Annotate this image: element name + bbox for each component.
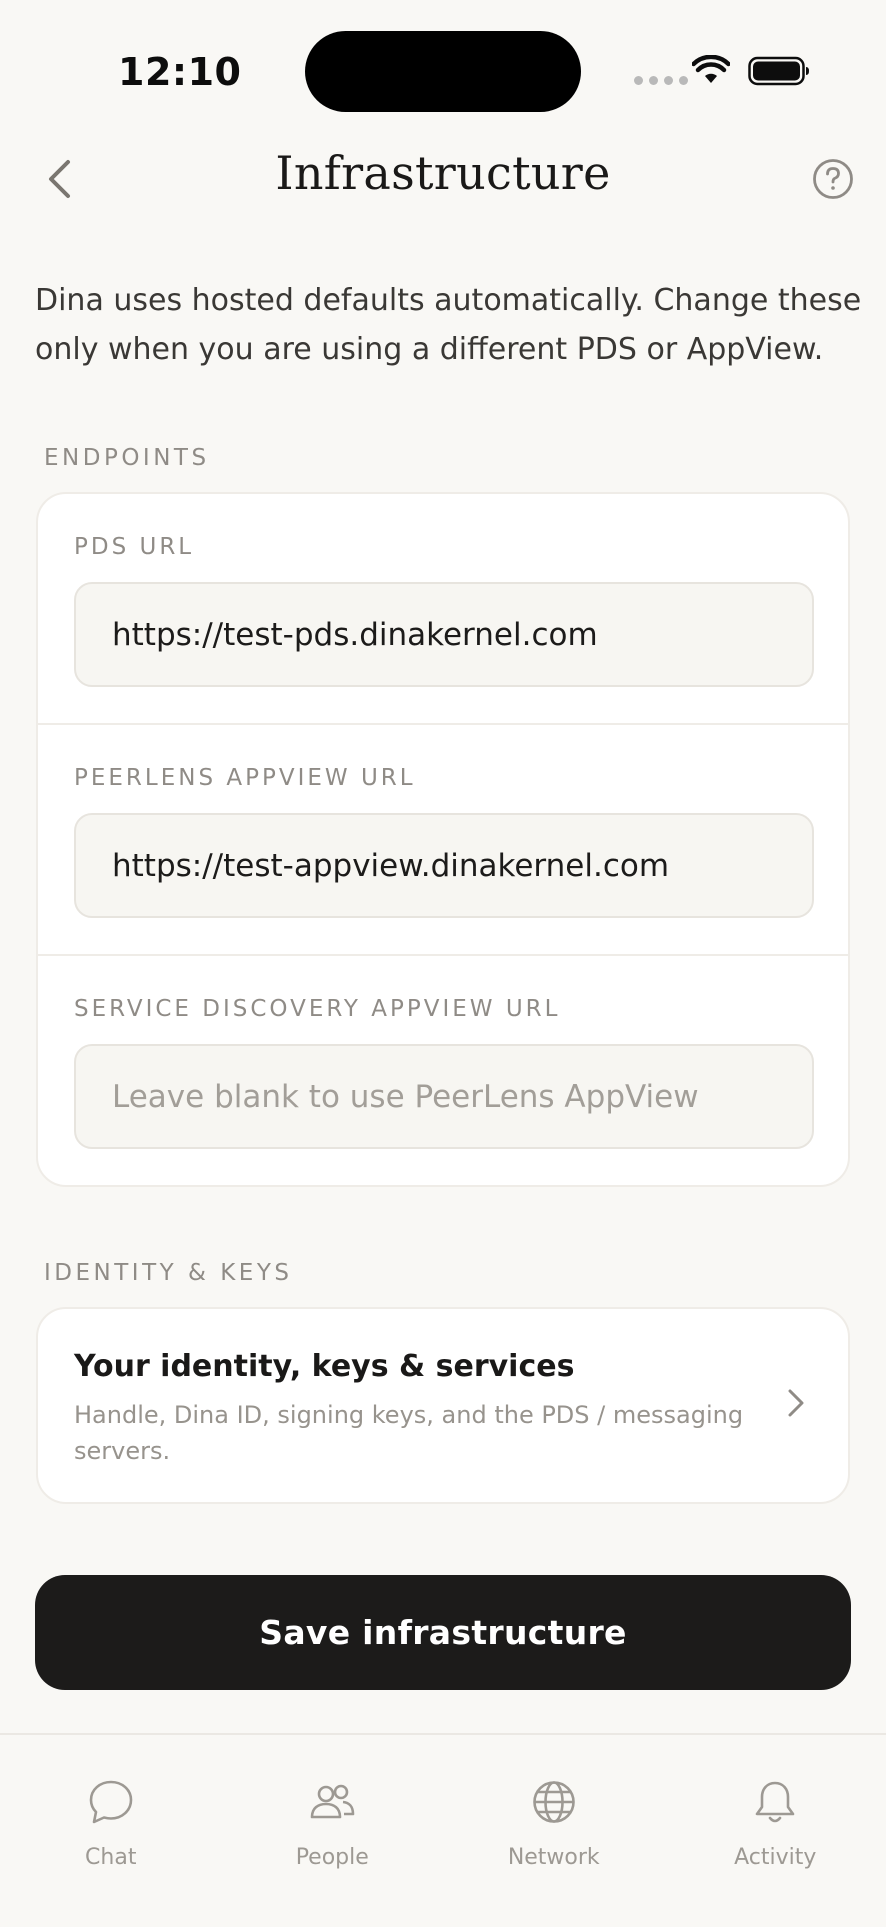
bell-icon — [755, 1781, 795, 1823]
chevron-right-icon — [788, 1389, 804, 1417]
save-infrastructure-button[interactable]: Save infrastructure — [35, 1575, 851, 1690]
section-label-identity: IDENTITY & KEYS — [44, 1260, 293, 1286]
chat-bubble-icon — [89, 1780, 133, 1824]
service-discovery-appview-url-label: SERVICE DISCOVERY APPVIEW URL — [74, 996, 561, 1022]
peerlens-appview-url-row: PEERLENS APPVIEW URL — [38, 725, 848, 956]
tab-chat-label: Chat — [85, 1845, 137, 1870]
status-bar: 12:10 — [0, 0, 886, 140]
identity-subtitle: Handle, Dina ID, signing keys, and the P… — [74, 1401, 744, 1465]
endpoints-card: PDS URL PEERLENS APPVIEW URL SERVICE DIS… — [36, 492, 850, 1187]
tab-people-label: People — [295, 1845, 369, 1870]
question-mark-icon — [813, 159, 853, 199]
wifi-icon — [692, 55, 730, 83]
section-label-endpoints: ENDPOINTS — [44, 445, 210, 471]
peerlens-appview-url-input[interactable] — [74, 813, 814, 918]
people-icon — [310, 1784, 355, 1819]
pds-url-label: PDS URL — [74, 534, 195, 560]
cellular-signal-icon — [634, 76, 688, 85]
pds-url-input[interactable] — [74, 582, 814, 687]
page-title: Infrastructure — [275, 146, 611, 200]
intro-text: Dina uses hosted defaults automatically.… — [35, 283, 862, 367]
pds-url-row: PDS URL — [38, 494, 848, 725]
tab-people[interactable]: People — [222, 1735, 444, 1927]
identity-card: Your identity, keys & services Handle, D… — [36, 1307, 850, 1504]
tab-activity-label: Activity — [734, 1845, 817, 1870]
status-time: 12:10 — [118, 50, 242, 94]
tab-activity[interactable]: Activity — [665, 1735, 886, 1927]
tab-network-label: Network — [507, 1845, 600, 1870]
help-button[interactable] — [808, 154, 858, 204]
service-discovery-appview-url-input[interactable] — [74, 1044, 814, 1149]
service-discovery-appview-url-row: SERVICE DISCOVERY APPVIEW URL — [38, 956, 848, 1185]
tab-chat[interactable]: Chat — [0, 1735, 222, 1927]
peerlens-appview-url-label: PEERLENS APPVIEW URL — [74, 765, 416, 791]
battery-icon — [748, 56, 809, 86]
tab-bar: Chat People Network Activity — [0, 1733, 886, 1927]
globe-icon — [532, 1781, 575, 1823]
identity-keys-services-row[interactable]: Your identity, keys & services Handle, D… — [38, 1309, 848, 1502]
identity-title: Your identity, keys & services — [74, 1349, 575, 1384]
tab-network[interactable]: Network — [443, 1735, 665, 1927]
dynamic-island — [305, 31, 581, 112]
header: Infrastructure — [0, 140, 886, 220]
